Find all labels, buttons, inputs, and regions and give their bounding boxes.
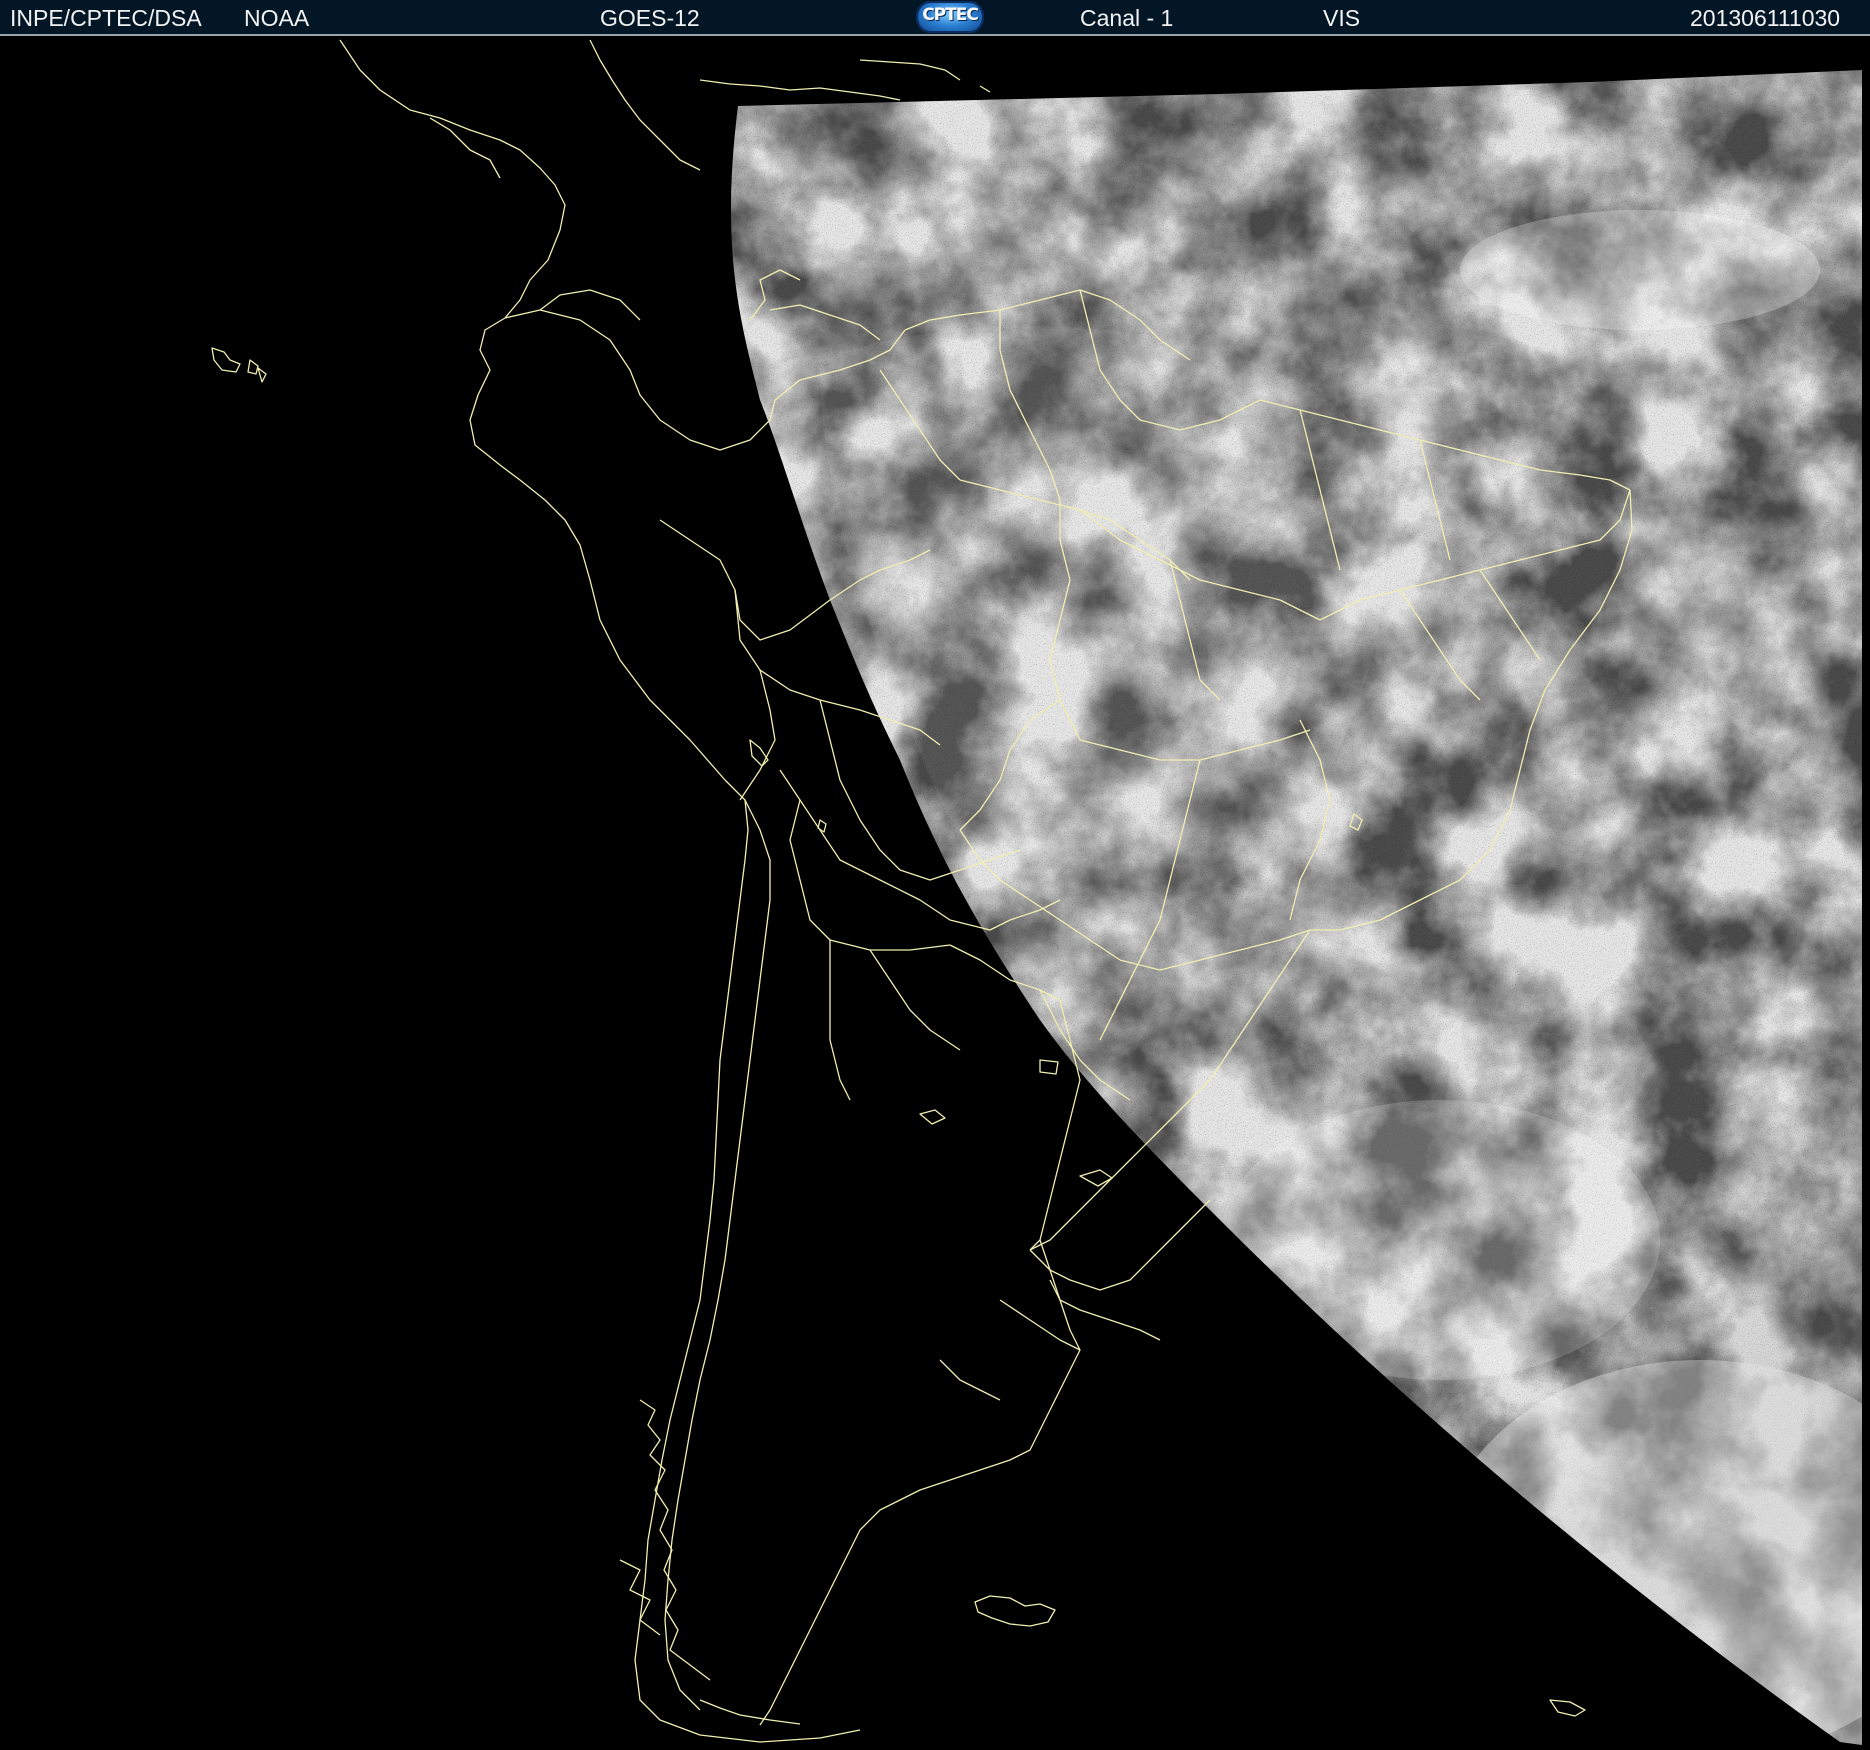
channel-label: Canal - 1 [1080, 5, 1174, 31]
cptec-logo: CPTEC [916, 1, 984, 33]
agency-label: NOAA [244, 5, 310, 31]
org-label: INPE/CPTEC/DSA [10, 5, 202, 31]
logo-text: CPTEC [922, 5, 979, 25]
band-label: VIS [1323, 5, 1361, 31]
satellite-map [0, 36, 1870, 1750]
image-header-bar: INPE/CPTEC/DSA NOAA GOES-12 CPTEC Canal … [0, 0, 1870, 36]
timestamp-label: 201306111030 [1690, 5, 1841, 31]
satellite-label: GOES-12 [600, 5, 700, 31]
